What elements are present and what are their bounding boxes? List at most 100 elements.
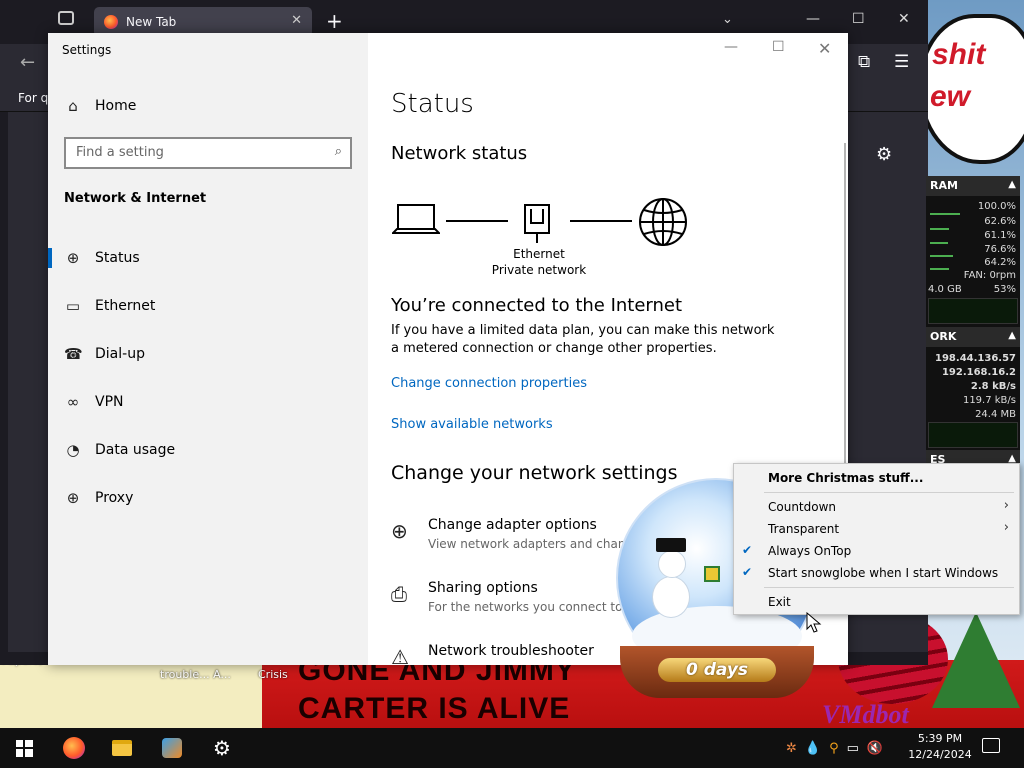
banner-text-line2: CARTER IS ALIVE — [298, 692, 571, 725]
close-icon[interactable]: ✕ — [898, 11, 910, 27]
menu-item-countdown[interactable]: Countdown › — [734, 496, 1019, 518]
show-available-networks-link[interactable]: Show available networks — [391, 417, 553, 432]
sidebar-item-label: Ethernet — [95, 298, 156, 314]
sidebar-item-status[interactable]: ⊕ Status — [48, 238, 368, 278]
menu-item-transparent[interactable]: Transparent › — [734, 518, 1019, 540]
ram-level-bar — [930, 268, 949, 270]
menu-item-label: Always OnTop — [768, 544, 852, 558]
sidebar-item-ethernet[interactable]: ▭ Ethernet — [48, 286, 368, 326]
volume-muted-icon[interactable]: 🔇 — [867, 741, 883, 756]
firefox-icon — [104, 15, 118, 29]
warning-icon: ⚠ — [391, 645, 409, 665]
speech-bubble: shit ew — [918, 14, 1024, 164]
sidebar-item-label: Data usage — [95, 442, 176, 458]
chevron-down-icon[interactable]: ⌄ — [722, 12, 733, 27]
menu-item-always-ontop[interactable]: ✔ Always OnTop — [734, 540, 1019, 562]
sidebar-item-data-usage[interactable]: ◔ Data usage — [48, 430, 368, 470]
download-rate: 119.7 kB/s — [962, 395, 1016, 406]
close-icon[interactable]: ✕ — [818, 39, 831, 58]
settings-sidebar: Settings ⌂ Home ⌕ Network & Internet ⊕ S… — [48, 33, 368, 665]
gear-icon: ⚙ — [213, 736, 231, 760]
ram-percent: 53% — [993, 284, 1016, 295]
option-description: View network adapters and chang — [428, 537, 634, 551]
menu-item-label: Transparent — [768, 522, 840, 536]
tray-search-icon[interactable]: ⚲ — [829, 741, 839, 756]
vmdbot-watermark: VMdbot — [822, 700, 909, 729]
taskbar-file-explorer[interactable] — [98, 728, 146, 768]
laptop-icon — [392, 204, 440, 234]
scrollbar[interactable] — [844, 143, 846, 503]
internet-globe-icon — [639, 198, 687, 246]
start-button[interactable] — [0, 728, 48, 768]
taskbar: ⚙ ✲ 💧 ⚲ ▭ 🔇 5:39 PM 12/24/2024 — [0, 728, 1024, 768]
ethernet-port-icon — [524, 204, 550, 243]
menu-item-label: Countdown — [768, 500, 837, 514]
search-icon[interactable]: ⌕ — [335, 144, 342, 159]
notification-center-icon[interactable] — [982, 738, 1000, 753]
collapse-arrow-icon[interactable]: ▲ — [1008, 179, 1016, 190]
dialup-icon: ☎ — [64, 345, 83, 363]
system-clock[interactable]: 5:39 PM 12/24/2024 — [908, 731, 972, 763]
ram-level-bar — [930, 255, 953, 257]
chevron-right-icon: › — [1003, 520, 1009, 535]
ram-value: 62.6% — [984, 216, 1016, 227]
minimize-icon[interactable]: — — [806, 11, 820, 27]
menu-item-start-with-windows[interactable]: ✔ Start snowglobe when I start Windows — [734, 562, 1019, 584]
christmas-tree-icon — [932, 612, 1020, 708]
collapse-arrow-icon[interactable]: ▲ — [1008, 330, 1016, 341]
menu-item-label: Start snowglobe when I start Windows — [768, 566, 999, 580]
tray-drop-icon[interactable]: 💧 — [805, 741, 821, 756]
browser-tab-title: New Tab — [126, 15, 177, 29]
sidebar-item-proxy[interactable]: ⊕ Proxy — [48, 478, 368, 518]
list-all-tabs-icon[interactable] — [58, 11, 74, 25]
taskbar-firefox[interactable] — [50, 728, 98, 768]
sidebar-item-dialup[interactable]: ☎ Dial-up — [48, 334, 368, 374]
sidebar-item-label: Proxy — [95, 490, 134, 506]
gear-icon[interactable]: ⚙ — [876, 144, 892, 165]
new-tab-icon[interactable]: + — [326, 9, 343, 33]
sidebar-item-label: Home — [95, 98, 137, 114]
checkmark-icon: ✔ — [742, 543, 753, 557]
network-header-label: ORK — [930, 330, 957, 343]
snowman-hat — [656, 538, 686, 552]
window-title: Settings — [62, 43, 112, 57]
network-status-heading: Network status — [391, 143, 528, 164]
option-title: Network troubleshooter — [428, 643, 594, 659]
sidebar-item-vpn[interactable]: ∞ VPN — [48, 382, 368, 422]
network-graph — [928, 422, 1018, 448]
clock-time: 5:39 PM — [917, 732, 963, 745]
back-arrow-icon[interactable]: ← — [20, 52, 35, 73]
menu-separator — [764, 587, 1014, 588]
sidebar-item-home[interactable]: ⌂ Home — [48, 86, 368, 126]
network-section-header[interactable]: ORK ▲ — [926, 327, 1020, 347]
windows-logo-icon — [15, 739, 33, 757]
desktop-icon-label[interactable]: Crisis — [258, 668, 288, 681]
change-connection-properties-link[interactable]: Change connection properties — [391, 376, 587, 391]
search-input[interactable] — [76, 145, 316, 160]
tray-app-icon[interactable]: ✲ — [786, 741, 797, 756]
home-icon: ⌂ — [68, 97, 78, 115]
taskbar-settings[interactable]: ⚙ — [198, 728, 246, 768]
menu-item-more-christmas[interactable]: More Christmas stuff... — [734, 467, 1019, 489]
maximize-icon[interactable]: ☐ — [852, 11, 865, 27]
menu-item-label: Exit — [768, 595, 791, 609]
desktop-icon-label[interactable]: trouble... A... — [160, 668, 231, 681]
ram-level-bar — [930, 242, 948, 244]
folder-icon — [112, 740, 132, 756]
close-tab-icon[interactable]: ✕ — [291, 13, 302, 28]
extensions-icon[interactable]: ⧉ — [858, 52, 870, 72]
search-box[interactable]: ⌕ — [64, 137, 352, 169]
system-tray: ✲ 💧 ⚲ ▭ 🔇 — [786, 728, 883, 768]
ram-graph — [928, 298, 1018, 324]
taskbar-app[interactable] — [148, 728, 196, 768]
gift-icon — [704, 566, 720, 582]
hamburger-menu-icon[interactable]: ☰ — [894, 52, 909, 72]
maximize-icon[interactable]: ☐ — [772, 39, 785, 55]
ram-value: 100.0% — [977, 201, 1016, 212]
minimize-icon[interactable]: — — [724, 39, 738, 55]
menu-item-exit[interactable]: Exit — [734, 591, 1019, 613]
network-icon[interactable]: ▭ — [847, 741, 859, 756]
diagram-label-adapter: Ethernet — [513, 247, 565, 261]
ethernet-icon: ▭ — [65, 297, 81, 315]
ram-section-header[interactable]: RAM ▲ — [926, 176, 1020, 196]
